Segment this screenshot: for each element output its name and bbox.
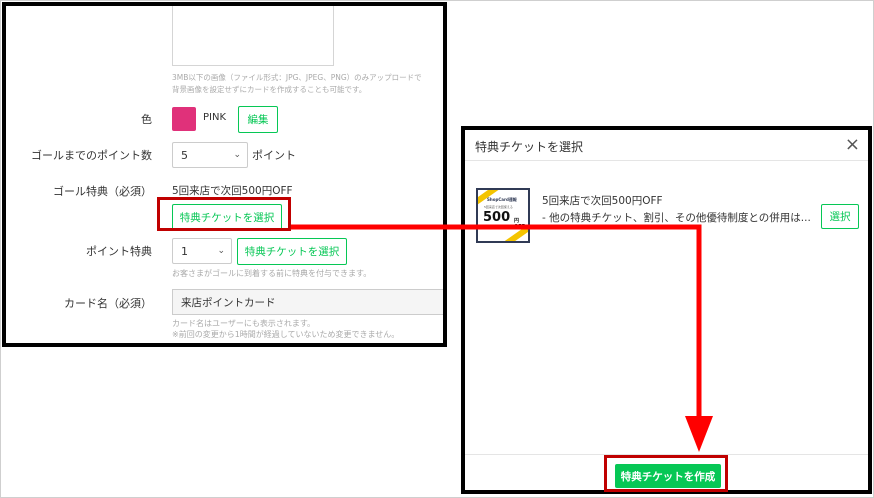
arrow-line: [291, 224, 702, 418]
arrow-head-icon: [685, 416, 713, 452]
red-arrow-annotation: [291, 224, 713, 452]
